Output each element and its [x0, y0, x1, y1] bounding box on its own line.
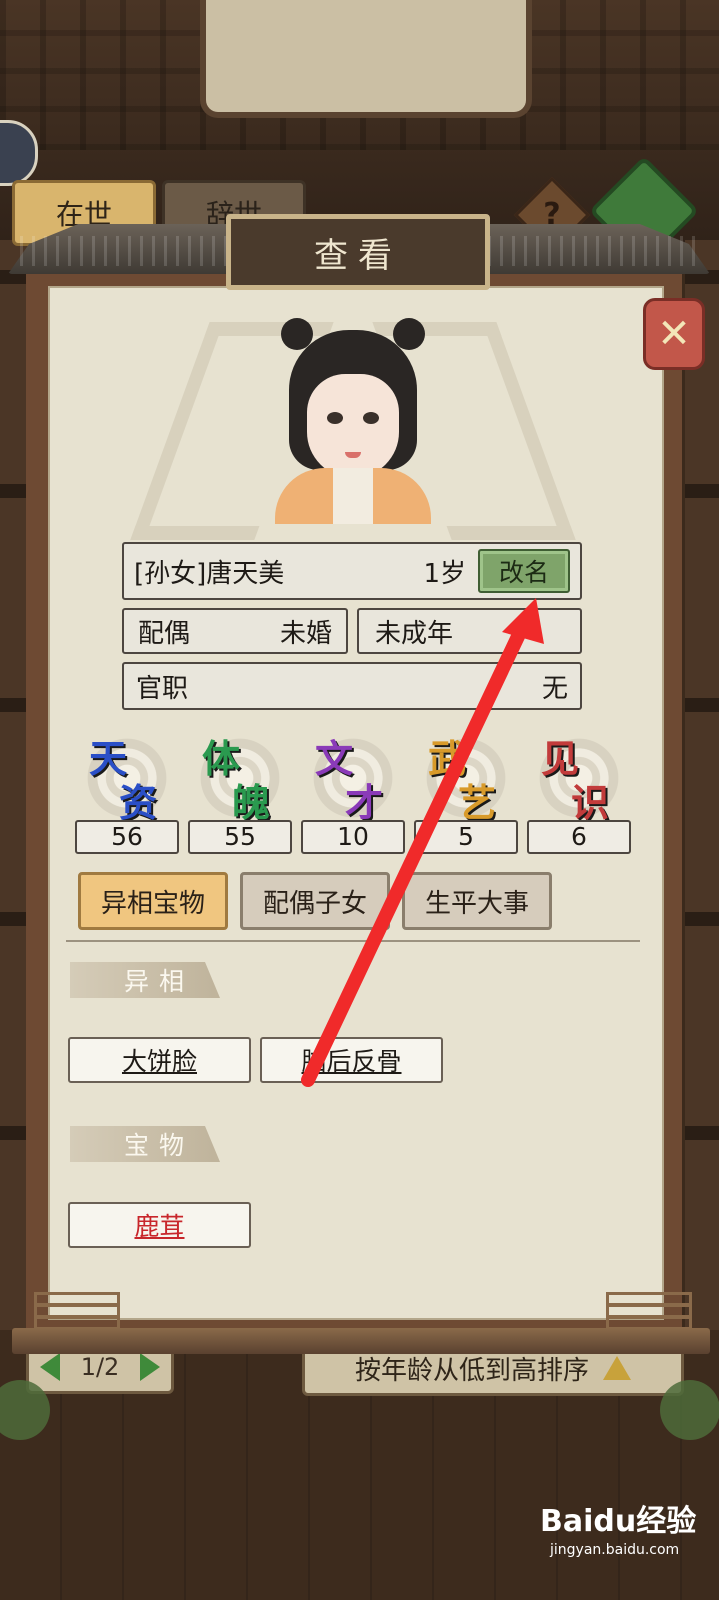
- stat-value: 55: [188, 820, 292, 854]
- dialog-title: 查看: [314, 235, 402, 276]
- office-field: 官职 无: [122, 662, 582, 710]
- maturity-value: 未成年: [375, 618, 454, 649]
- stat-value: 10: [301, 820, 405, 854]
- office-value: 无: [541, 673, 568, 704]
- stat-char: 才: [345, 780, 384, 825]
- stat-value: 5: [414, 820, 518, 854]
- hair-bun: [393, 318, 425, 350]
- sort-triangle-icon: [603, 1356, 631, 1380]
- stat-char: 魄: [232, 780, 271, 825]
- character-age: 1岁: [423, 558, 466, 589]
- close-button[interactable]: ✕: [643, 298, 705, 370]
- eye: [327, 412, 343, 424]
- flower-decoration: [660, 1380, 719, 1440]
- maturity-field: 未成年: [357, 608, 582, 654]
- stat-char: 艺: [458, 780, 497, 825]
- stat-martial: 武 艺 5: [414, 726, 518, 860]
- eye: [363, 412, 379, 424]
- stat-value: 56: [75, 820, 179, 854]
- stat-physique: 体 魄 55: [188, 726, 292, 860]
- watermark-url: jingyan.baidu.com: [550, 1542, 680, 1558]
- rename-button[interactable]: 改名: [478, 549, 570, 593]
- office-label: 官职: [136, 673, 189, 704]
- stat-value: 6: [527, 820, 631, 854]
- section-divider: [66, 940, 640, 948]
- stat-char: 识: [571, 780, 610, 825]
- section-header-treasures: 宝物: [70, 1126, 220, 1162]
- next-page-icon[interactable]: [140, 1353, 161, 1381]
- dialog-title-plate: 查看: [226, 214, 490, 290]
- watermark-logo: Baidu经验: [540, 1504, 697, 1539]
- stat-literary: 文 才 10: [301, 726, 405, 860]
- tab-life-events[interactable]: 生平大事: [402, 872, 552, 930]
- close-x-icon: ✕: [657, 311, 691, 357]
- trait-item[interactable]: 大饼脸: [68, 1037, 251, 1083]
- stat-knowledge: 见 识 6: [527, 726, 631, 860]
- tab-spouse-children[interactable]: 配偶子女: [240, 872, 390, 930]
- section-header-traits: 异相: [70, 962, 220, 998]
- dialog-bottom-beam: [12, 1328, 710, 1354]
- mouth: [345, 452, 361, 458]
- stat-char: 资: [119, 780, 158, 825]
- face: [307, 374, 399, 478]
- wall-painting: [200, 0, 532, 118]
- right-pillar: [685, 240, 719, 1340]
- character-portrait: [275, 318, 431, 524]
- tab-traits-treasures[interactable]: 异相宝物: [78, 872, 228, 930]
- sort-label: 按年龄从低到高排序: [354, 1355, 589, 1386]
- treasure-item[interactable]: 鹿茸: [68, 1202, 251, 1248]
- trait-item[interactable]: 脑后反骨: [260, 1037, 443, 1083]
- prev-page-icon[interactable]: [39, 1353, 60, 1381]
- character-name: [孙女]唐天美: [134, 558, 285, 589]
- spouse-label: 配偶: [138, 618, 191, 649]
- spouse-value: 未婚: [279, 618, 332, 649]
- page-indicator: 1/2: [80, 1353, 120, 1381]
- collar: [333, 468, 373, 524]
- hair-bun: [281, 318, 313, 350]
- stat-aptitude: 天 资 56: [75, 726, 179, 860]
- name-row: [孙女]唐天美 1岁 改名: [122, 542, 582, 600]
- spouse-field: 配偶 未婚: [122, 608, 348, 654]
